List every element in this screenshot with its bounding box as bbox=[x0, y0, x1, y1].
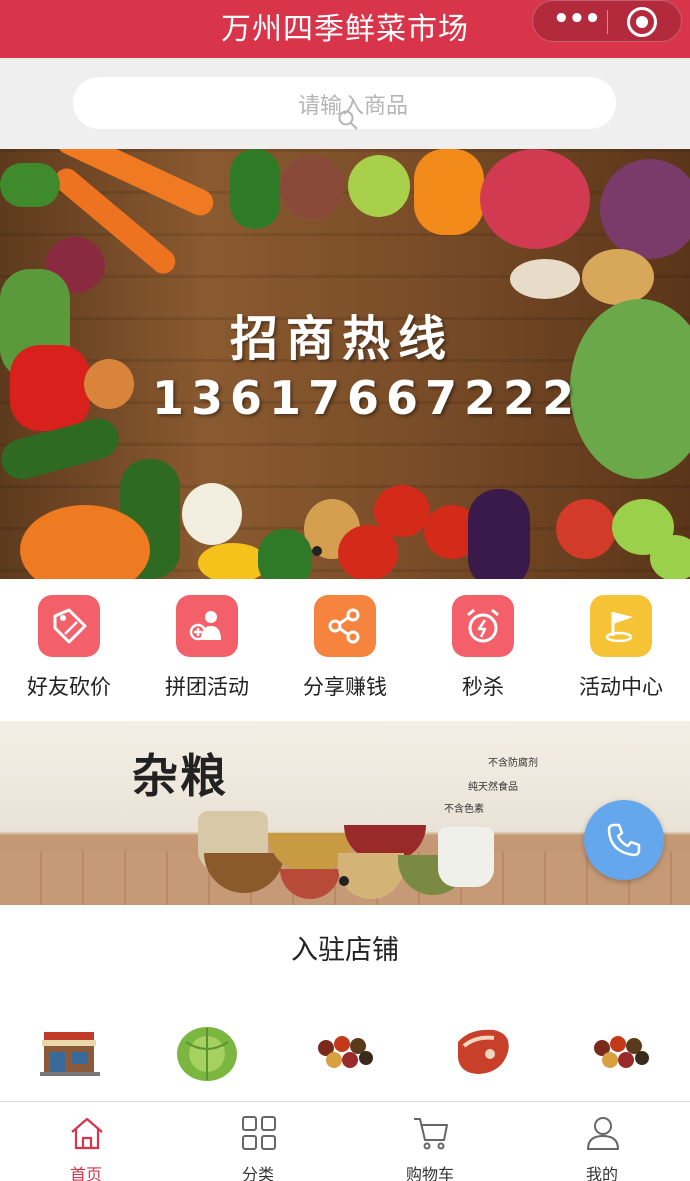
savoy-cabbage-decoration bbox=[570, 299, 690, 479]
target-icon[interactable] bbox=[627, 7, 657, 37]
quick-nav-flash-sale[interactable]: 秒杀 bbox=[414, 595, 552, 705]
bottom-tab-bar: 首页 分类 购物车 我的 bbox=[0, 1101, 690, 1181]
beet-decoration bbox=[280, 155, 344, 219]
cucumber-decoration bbox=[230, 149, 280, 229]
carousel-indicator bbox=[312, 546, 322, 556]
call-button[interactable] bbox=[584, 800, 664, 880]
user-icon bbox=[587, 1117, 619, 1150]
banner-phone: 13617667222 bbox=[152, 371, 582, 425]
tab-category[interactable]: 分类 bbox=[172, 1102, 344, 1181]
cabbage-decoration bbox=[600, 159, 690, 259]
tab-label: 首页 bbox=[69, 1165, 102, 1181]
grain-tag: 纯天然食品 bbox=[468, 782, 518, 793]
phone-icon bbox=[607, 823, 641, 857]
quick-nav-activity-center[interactable]: 活动中心 bbox=[552, 595, 690, 705]
quick-nav-share[interactable]: 分享赚钱 bbox=[276, 595, 414, 705]
potato-decoration bbox=[582, 249, 654, 305]
stores-section-title: 入驻店铺 bbox=[291, 935, 399, 966]
meat-icon bbox=[458, 1029, 509, 1074]
grid-icon bbox=[242, 1116, 276, 1150]
cucumber-decoration bbox=[258, 529, 312, 579]
tomato-decoration bbox=[374, 485, 430, 537]
cart-icon bbox=[414, 1118, 448, 1150]
more-dots-icon[interactable]: ••• bbox=[553, 6, 601, 37]
share-icon bbox=[314, 595, 376, 657]
onion-decoration bbox=[84, 359, 134, 409]
radish-decoration bbox=[480, 149, 590, 249]
garlic-decoration bbox=[182, 483, 242, 545]
store-item[interactable] bbox=[312, 1022, 378, 1082]
group-icon bbox=[176, 595, 238, 657]
alarm-clock-icon bbox=[452, 595, 514, 657]
flag-icon bbox=[590, 595, 652, 657]
store-item[interactable] bbox=[174, 1022, 240, 1082]
quick-nav-label: 拼团活动 bbox=[165, 675, 249, 699]
quick-nav-label: 活动中心 bbox=[579, 675, 663, 699]
storefront-icon bbox=[40, 1032, 100, 1076]
grain-jar bbox=[438, 827, 494, 887]
quick-nav-label: 秒杀 bbox=[462, 675, 504, 699]
quick-nav: 好友砍价 拼团活动 分享赚钱 秒杀 活动中心 bbox=[0, 579, 690, 721]
cabbage-icon bbox=[177, 1027, 237, 1081]
hero-banner[interactable]: 招商热线 13617667222 bbox=[0, 149, 690, 579]
search-placeholder: 请输入商品 bbox=[298, 94, 409, 119]
grain-tag: 不含防腐剂 bbox=[488, 758, 538, 769]
apple-decoration bbox=[650, 535, 690, 579]
quick-nav-bargain[interactable]: 好友砍价 bbox=[0, 595, 138, 705]
apple-decoration bbox=[348, 155, 410, 217]
carousel-indicator bbox=[339, 876, 349, 886]
eggplant-decoration bbox=[468, 489, 530, 579]
tab-label: 购物车 bbox=[405, 1165, 454, 1181]
cucumber-decoration bbox=[0, 163, 60, 207]
capsule-divider bbox=[607, 10, 608, 34]
store-item[interactable] bbox=[450, 1022, 516, 1082]
banner-title: 招商热线 bbox=[230, 311, 455, 367]
store-item[interactable] bbox=[38, 1022, 104, 1082]
apple-decoration bbox=[556, 499, 616, 559]
mushroom-decoration bbox=[510, 259, 580, 299]
red-pepper-decoration bbox=[10, 345, 90, 431]
store-item[interactable] bbox=[588, 1022, 654, 1082]
tab-label: 我的 bbox=[585, 1165, 618, 1181]
quick-nav-label: 好友砍价 bbox=[27, 675, 111, 699]
grain-banner-title: 杂粮 bbox=[132, 749, 228, 803]
pepper-decoration bbox=[414, 149, 484, 235]
mini-program-capsule: ••• bbox=[532, 0, 682, 42]
spices-icon bbox=[594, 1036, 649, 1068]
quick-nav-label: 分享赚钱 bbox=[303, 675, 387, 699]
quick-nav-group-buy[interactable]: 拼团活动 bbox=[138, 595, 276, 705]
tab-home[interactable]: 首页 bbox=[0, 1102, 172, 1181]
spices-icon bbox=[318, 1036, 373, 1068]
tab-mine[interactable]: 我的 bbox=[516, 1102, 688, 1181]
app-header: 万州四季鲜菜市场 ••• bbox=[0, 0, 690, 58]
tab-label: 分类 bbox=[241, 1165, 274, 1181]
home-icon bbox=[71, 1117, 103, 1150]
price-tag-icon bbox=[38, 595, 100, 657]
tab-cart[interactable]: 购物车 bbox=[344, 1102, 516, 1181]
grain-tag: 不含色素 bbox=[444, 804, 484, 815]
